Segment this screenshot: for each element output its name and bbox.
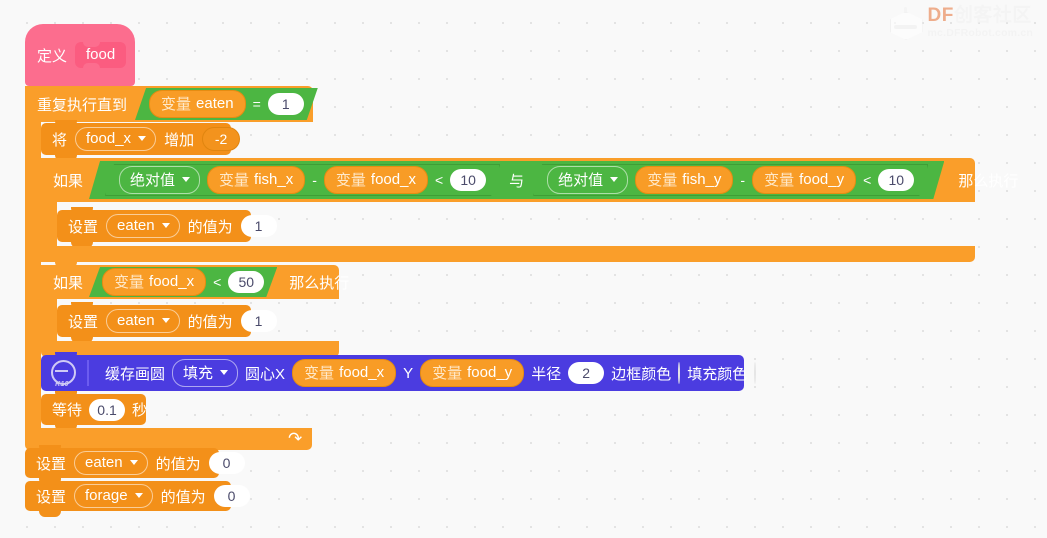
variable-food-x-draw-reporter[interactable]: 变量 food_x [292, 359, 397, 387]
draw-circle-radius-value[interactable]: 2 [568, 362, 605, 384]
change-variable-block[interactable]: 将 food_x 增加 -2 [41, 120, 241, 161]
chevron-down-icon [161, 318, 170, 323]
repeat-until-keyword: 重复执行直到 [37, 96, 128, 114]
threshold-x-value[interactable]: 10 [450, 169, 486, 191]
block-divider [87, 360, 89, 386]
subtract-symbol-y: - [740, 172, 746, 188]
if-offscreen-keyword: 如果 [53, 274, 84, 292]
less-than-symbol-offscreen: < [213, 274, 222, 290]
set-variable-prefix: 设置 [36, 455, 67, 473]
set-variable-prefix: 设置 [36, 488, 67, 506]
change-variable-value[interactable]: -2 [202, 127, 241, 151]
set-eaten-zero-block[interactable]: 设置 eaten 的值为 0 [25, 445, 245, 484]
variable-eaten-reporter[interactable]: 变量 eaten [149, 90, 246, 118]
wait-block[interactable]: 等待 0.1 秒 [41, 391, 148, 431]
wait-prefix: 等待 [52, 402, 83, 419]
change-variable-prefix: 将 [52, 131, 68, 149]
equals-operator-symbol: = [252, 96, 261, 112]
and-operator-block[interactable]: 绝对值 变量 fish_x - 变量 food_x < 10 与 绝对值 变量 [89, 161, 944, 199]
variable-food-y-reporter[interactable]: 变量 food_y [752, 166, 856, 194]
draw-circle-mode-dropdown[interactable]: 填充 [172, 359, 239, 387]
chevron-down-icon [129, 460, 138, 465]
variable-fish-x-reporter[interactable]: 变量 fish_x [207, 166, 305, 194]
wait-seconds-value[interactable]: 0.1 [89, 398, 126, 421]
repeat-until-bottom-bar: ↶ [25, 428, 312, 450]
variable-food-x-offscreen-reporter[interactable]: 变量 food_x [102, 268, 206, 296]
if-collision-then-keyword: 那么执行 [958, 172, 1019, 190]
set-variable-dropdown[interactable]: eaten [74, 451, 148, 475]
less-than-y-block[interactable]: 绝对值 变量 fish_y - 变量 food_y < 10 [533, 164, 928, 196]
less-than-x-block[interactable]: 绝对值 变量 fish_x - 变量 food_x < 10 [105, 164, 500, 196]
draw-circle-block[interactable]: K10 缓存画圆 填充 圆心X 变量 food_x Y 变量 food_y 半径… [41, 352, 757, 397]
set-variable-prefix: 设置 [68, 313, 99, 331]
loop-arrow-icon: ↶ [287, 429, 302, 448]
if-offscreen-block[interactable]: 如果 变量 food_x < 50 那么执行 [41, 265, 349, 299]
set-variable-value[interactable]: 1 [240, 215, 277, 237]
if-collision-block[interactable]: 如果 绝对值 变量 fish_x - 变量 food_x < 10 与 绝对值 [41, 158, 1018, 202]
if-collision-bottom-bar [41, 246, 975, 262]
set-variable-dropdown[interactable]: forage [74, 484, 153, 508]
set-forage-zero-block[interactable]: 设置 forage 的值为 0 [25, 478, 250, 517]
set-variable-suffix: 的值为 [160, 488, 206, 506]
threshold-y-value[interactable]: 10 [878, 169, 914, 191]
set-variable-value[interactable]: 0 [213, 485, 250, 507]
chevron-down-icon [220, 370, 229, 375]
less-than-symbol-x: < [434, 172, 444, 188]
repeat-until-left-spine [25, 86, 41, 444]
chevron-down-icon [134, 493, 143, 498]
set-variable-dropdown[interactable]: eaten [106, 214, 180, 238]
set-eaten-one-collision-block[interactable]: 设置 eaten 的值为 1 [57, 207, 277, 248]
variable-food-y-draw-reporter[interactable]: 变量 food_y [420, 359, 525, 387]
if-collision-keyword: 如果 [53, 172, 84, 190]
set-variable-suffix: 的值为 [155, 455, 201, 473]
subtract-symbol-x: - [312, 172, 317, 188]
set-variable-suffix: 的值为 [187, 218, 233, 236]
variable-fish-y-reporter[interactable]: 变量 fish_y [635, 166, 733, 194]
draw-circle-fill-color-label: 填充颜色 [687, 365, 748, 383]
define-procedure-name[interactable]: food [75, 42, 127, 68]
draw-circle-center-y-label: Y [403, 364, 414, 382]
change-variable-dropdown[interactable]: food_x [75, 127, 157, 151]
set-eaten-one-offscreen-block[interactable]: 设置 eaten 的值为 1 [57, 302, 277, 343]
set-variable-suffix: 的值为 [187, 313, 233, 331]
draw-circle-radius-label: 半径 [531, 365, 562, 383]
equals-operator-block[interactable]: 变量 eaten = 1 [135, 88, 318, 120]
draw-circle-keyword: 缓存画圆 [105, 365, 166, 383]
chevron-down-icon [182, 177, 190, 182]
border-color-swatch[interactable] [678, 362, 681, 384]
draw-circle-center-x-label: 圆心X [245, 365, 286, 383]
set-variable-prefix: 设置 [68, 218, 99, 236]
draw-circle-border-color-label: 边框颜色 [611, 365, 672, 383]
if-offscreen-then-keyword: 那么执行 [289, 274, 350, 292]
chevron-down-icon [138, 136, 147, 141]
repeat-until-block[interactable]: 重复执行直到 变量 eaten = 1 [25, 86, 313, 122]
less-than-symbol-y: < [863, 172, 872, 188]
variable-food-x-reporter[interactable]: 变量 food_x [324, 166, 428, 194]
set-variable-value[interactable]: 0 [208, 452, 245, 474]
define-keyword: 定义 [37, 47, 68, 65]
wait-suffix: 秒 [132, 402, 148, 419]
abs-function-x-dropdown[interactable]: 绝对值 [119, 166, 200, 194]
chevron-down-icon [161, 223, 170, 228]
offscreen-threshold-value[interactable]: 50 [228, 271, 264, 293]
set-variable-dropdown[interactable]: eaten [106, 309, 180, 333]
k10-board-icon: K10 [49, 359, 76, 388]
set-variable-value[interactable]: 1 [240, 310, 277, 332]
chevron-down-icon [610, 177, 618, 182]
abs-function-y-dropdown[interactable]: 绝对值 [547, 166, 628, 194]
define-block[interactable]: 定义 food [25, 24, 135, 86]
and-operator-label: 与 [509, 172, 525, 190]
less-than-offscreen-block[interactable]: 变量 food_x < 50 [89, 267, 277, 297]
change-variable-suffix: 增加 [164, 131, 195, 149]
equals-operator-value[interactable]: 1 [268, 93, 304, 115]
